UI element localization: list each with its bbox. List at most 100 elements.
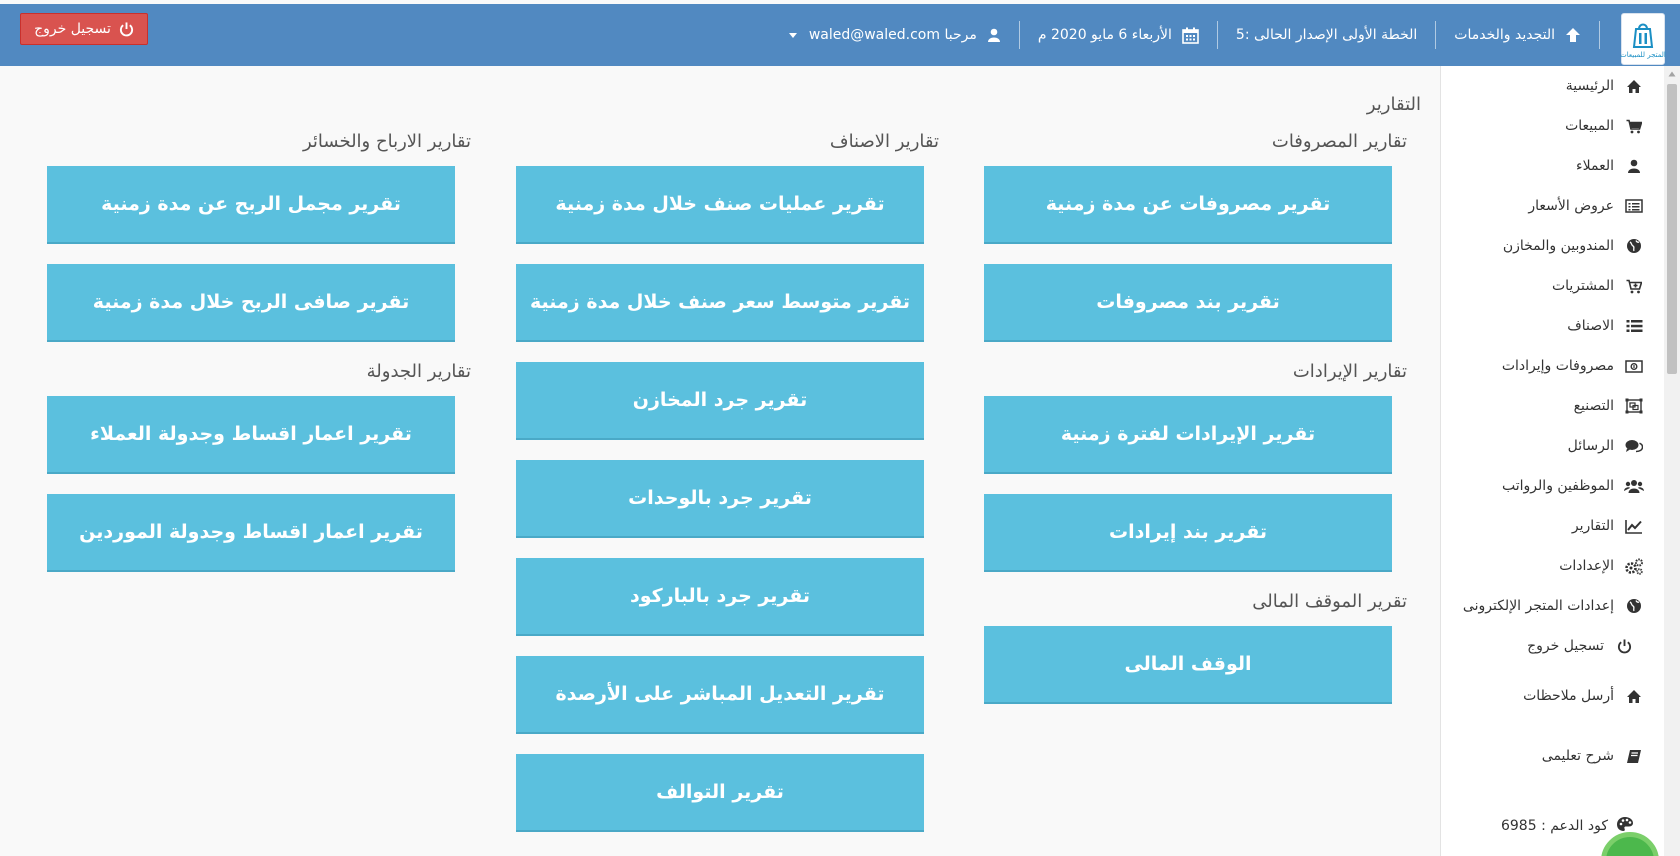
updates-link[interactable]: التجديد والخدمات — [1436, 27, 1599, 43]
shopping-bag-logo-icon — [1632, 23, 1654, 48]
object-group-icon — [1624, 398, 1644, 414]
direct-adjustment-report-button[interactable]: تقرير التعديل المباشر على الأرصدة — [516, 656, 924, 734]
app-root: المتجر للمبيعات التجديد والخدمات الخطة ا… — [0, 0, 1680, 856]
sidebar-item-items[interactable]: الاصناف — [1441, 306, 1664, 346]
cart-plus-icon — [1624, 279, 1644, 294]
sidebar-item-label: الإعدادات — [1559, 558, 1614, 574]
sidebar-item-manufacturing[interactable]: التصنيع — [1441, 386, 1664, 426]
power-icon — [1614, 638, 1634, 654]
financial-position-button[interactable]: الوقف المالى — [984, 626, 1392, 704]
top-navbar: المتجر للمبيعات التجديد والخدمات الخطة ا… — [0, 4, 1680, 66]
section-title-schedule: تقارير الجدولة — [366, 361, 471, 382]
section-title-expenses: تقارير المصروفات — [1271, 131, 1407, 152]
revenue-item-report-button[interactable]: تقرير بند إيرادات — [984, 494, 1392, 572]
support-code-label: كود الدعم : 6985 — [1500, 818, 1608, 834]
user-menu[interactable]: مرحبا waled@waled.com — [771, 27, 1019, 43]
sidebar-item-label: التقارير — [1571, 518, 1614, 534]
sidebar-item-label: المشتريات — [1551, 278, 1614, 294]
support-code: كود الدعم : 6985 — [1501, 816, 1634, 836]
power-icon — [119, 21, 134, 36]
list-alt-icon — [1624, 199, 1644, 213]
globe-icon — [1624, 238, 1644, 254]
sidebar-item-label: المبيعات — [1565, 118, 1614, 134]
gears-icon — [1624, 558, 1644, 575]
stores-inventory-report-button[interactable]: تقرير جرد المخازن — [516, 362, 924, 440]
customer-aging-report-button[interactable]: تقرير اعمار اقساط وجدولة العملاء — [47, 396, 455, 474]
sidebar-item-quotations[interactable]: عروض الأسعار — [1441, 186, 1664, 226]
sidebar-item-agents-stores[interactable]: المندوبين والمخازن — [1441, 226, 1664, 266]
sidebar-item-customers[interactable]: العملاء — [1441, 146, 1664, 186]
plan-label: الخطة الأولى الإصدار الحالى :5 — [1235, 27, 1418, 43]
list-icon — [1624, 319, 1644, 333]
barcode-inventory-report-button[interactable]: تقرير جرد بالباركود — [516, 558, 924, 636]
net-profit-report-button[interactable]: تقرير صافى الربح خلال مدة زمنية — [47, 264, 455, 342]
page-scrollbar[interactable] — [1664, 66, 1680, 856]
units-inventory-report-button[interactable]: تقرير جرد بالوحدات — [516, 460, 924, 538]
sidebar-item-employees[interactable]: الموظفين والرواتب — [1441, 466, 1664, 506]
calendar-icon — [1182, 27, 1199, 44]
plan-info: الخطة الأولى الإصدار الحالى :5 — [1218, 27, 1435, 43]
sidebar-item-feedback[interactable]: أرسل ملاحظات — [1441, 666, 1664, 726]
divider — [1599, 21, 1600, 49]
section-title-profit: تقارير الارباح والخسائر — [302, 131, 471, 152]
item-operations-report-button[interactable]: تقرير عمليات صنف خلال مدة زمنية — [516, 166, 924, 244]
sidebar-item-label: إعدادات المتجر الإلكترونى — [1462, 598, 1614, 614]
sidebar-item-messages[interactable]: الرسائل — [1441, 426, 1664, 466]
home-icon — [1624, 689, 1644, 704]
sidebar-item-label: مصروفات وإيرادات — [1501, 358, 1614, 374]
logout-label: تسجيل خروج — [34, 21, 111, 37]
app-logo[interactable]: المتجر للمبيعات — [1620, 13, 1666, 65]
home-icon — [1624, 79, 1644, 94]
gross-profit-report-button[interactable]: تقرير مجمل الربح عن مدة زمنية — [47, 166, 455, 244]
updates-label: التجديد والخدمات — [1454, 27, 1555, 43]
user-icon — [987, 28, 1000, 42]
date-info: الأربعاء 6 مايو 2020 م — [1020, 27, 1217, 44]
sidebar-item-store-settings[interactable]: إعدادات المتجر الإلكترونى — [1441, 586, 1664, 626]
date-label: الأربعاء 6 مايو 2020 م — [1037, 27, 1172, 43]
sidebar-item-purchases[interactable]: المشتريات — [1441, 266, 1664, 306]
section-title-revenues: تقارير الإيرادات — [1292, 361, 1407, 382]
sidebar-item-label: المندوبين والمخازن — [1502, 238, 1614, 254]
logout-button[interactable]: تسجيل خروج — [20, 13, 148, 45]
divider — [1216, 21, 1218, 49]
sidebar-item-home[interactable]: الرئيسية — [1441, 66, 1664, 106]
welcome-label: مرحبا waled@waled.com — [808, 27, 977, 43]
scroll-up-arrow-icon[interactable] — [1664, 66, 1680, 82]
divider — [1435, 21, 1437, 49]
page-title: التقارير — [1366, 94, 1421, 115]
expenses-period-report-button[interactable]: تقرير مصروفات عن مدة زمنية — [984, 166, 1392, 244]
book-icon — [1624, 749, 1644, 764]
cart-icon — [1624, 119, 1644, 134]
scrollbar-thumb[interactable] — [1667, 84, 1677, 374]
arrow-up-icon — [1566, 28, 1580, 42]
section-title-financial: تقرير الموقف المالى — [1252, 591, 1407, 612]
sidebar-item-label: الموظفين والرواتب — [1502, 478, 1614, 494]
sidebar-item-sales[interactable]: المبيعات — [1441, 106, 1664, 146]
sidebar-item-label: التصنيع — [1573, 398, 1614, 414]
sidebar-item-label: عروض الأسعار — [1528, 198, 1614, 214]
logo-text: المتجر للمبيعات — [1620, 50, 1666, 59]
sidebar-item-expenses-revenues[interactable]: مصروفات وإيرادات — [1441, 346, 1664, 386]
sidebar-item-label: الرسائل — [1567, 438, 1614, 454]
avg-price-report-button[interactable]: تقرير متوسط سعر صنف خلال مدة زمنية — [516, 264, 924, 342]
sidebar-item-label: تسجيل خروج — [1527, 638, 1604, 654]
reports-main: التقارير تقارير المصروفات تقرير مصروفات … — [0, 66, 1440, 856]
divider — [1018, 21, 1020, 49]
chevron-down-icon — [788, 32, 797, 38]
sidebar-item-logout[interactable]: تسجيل خروج — [1441, 626, 1664, 666]
sidebar-item-settings[interactable]: الإعدادات — [1441, 546, 1664, 586]
expense-item-report-button[interactable]: تقرير بند مصروفات — [984, 264, 1392, 342]
user-icon — [1624, 159, 1644, 173]
sidebar-item-label: الاصناف — [1567, 318, 1614, 334]
sidebar-item-tutorial[interactable]: شرح تعليمى — [1441, 726, 1664, 786]
sidebar: الرئيسية المبيعات العملاء عروض الأسعار ا… — [1440, 66, 1664, 856]
supplier-aging-report-button[interactable]: تقرير اعمار اقساط وجدولة الموردين — [47, 494, 455, 572]
chart-line-icon — [1624, 519, 1644, 534]
sidebar-item-reports[interactable]: التقارير — [1441, 506, 1664, 546]
revenues-period-report-button[interactable]: تقرير الإيرادات لفترة زمنية — [984, 396, 1392, 474]
money-icon — [1624, 359, 1644, 373]
users-icon — [1624, 479, 1644, 494]
damaged-report-button[interactable]: تقرير التوالف — [516, 754, 924, 832]
globe-icon — [1624, 598, 1644, 614]
sidebar-item-label: شرح تعليمى — [1541, 748, 1614, 764]
